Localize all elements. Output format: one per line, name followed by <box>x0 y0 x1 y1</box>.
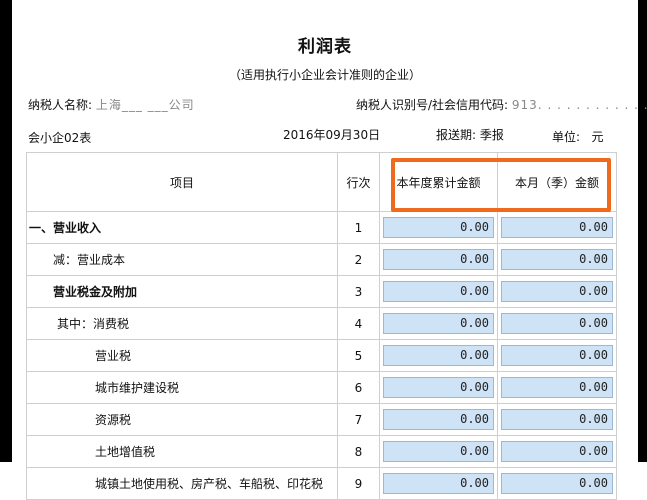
row-line-number: 8 <box>337 435 380 468</box>
period-value: 季报 <box>479 128 504 142</box>
header-line: 行次 <box>337 152 380 212</box>
ytd-amount-input[interactable]: 0.00 <box>383 249 494 270</box>
ytd-amount-input[interactable]: 0.00 <box>383 441 494 462</box>
period-amount-input[interactable]: 0.00 <box>501 345 613 366</box>
row-item: 其中：消费税 <box>26 307 338 340</box>
ytd-amount-input[interactable]: 0.00 <box>383 217 494 238</box>
table-row: 城市维护建设税 6 0.00 0.00 <box>26 371 617 404</box>
ytd-amount-input[interactable]: 0.00 <box>383 377 494 398</box>
period-amount-input[interactable]: 0.00 <box>501 441 613 462</box>
table-row: 土地增值税 8 0.00 0.00 <box>26 435 617 468</box>
page-subtitle: （适用执行小企业会计准则的企业） <box>228 68 421 82</box>
header-ytd-amount: 本年度累计金额 <box>379 152 498 212</box>
right-window-edge <box>638 0 647 462</box>
period-amount-input[interactable]: 0.00 <box>501 409 613 430</box>
header-period-amount: 本月（季）金额 <box>497 152 617 212</box>
taxpayer-name: 纳税人名称: 上海___ ___公司 <box>28 96 195 113</box>
row-item: 城镇土地使用税、房产税、车船税、印花税 <box>26 467 338 500</box>
row-item: 土地增值税 <box>26 435 338 468</box>
form-code: 会小企02表 <box>28 131 92 145</box>
row-line-number: 4 <box>337 307 380 340</box>
row-item: 城市维护建设税 <box>26 371 338 404</box>
header-item: 项目 <box>26 152 338 212</box>
row-line-number: 1 <box>337 211 380 244</box>
income-statement-table: 项目 行次 本年度累计金额 本月（季）金额 一、营业收入 1 0.00 0.00… <box>26 152 617 500</box>
row-line-number: 6 <box>337 371 380 404</box>
row-item: 营业税 <box>26 339 338 372</box>
row-line-number: 5 <box>337 339 380 372</box>
period-amount-input[interactable]: 0.00 <box>501 377 613 398</box>
table-row: 一、营业收入 1 0.00 0.00 <box>26 211 617 244</box>
period-label: 报送期: <box>436 128 480 142</box>
period-amount-input[interactable]: 0.00 <box>501 281 613 302</box>
table-row: 营业税 5 0.00 0.00 <box>26 339 617 372</box>
row-item: 一、营业收入 <box>26 211 338 244</box>
unit-value: 元 <box>591 130 604 144</box>
left-window-edge <box>0 0 12 462</box>
row-item: 减：营业成本 <box>26 243 338 276</box>
period-amount-input[interactable]: 0.00 <box>501 249 613 270</box>
table-header-row: 项目 行次 本年度累计金额 本月（季）金额 <box>26 152 617 212</box>
taxpayer-id: 纳税人识别号/社会信用代码: 913. . . . . . . . . . . … <box>356 96 647 113</box>
report-date: 2016年09月30日 <box>283 128 381 142</box>
taxpayer-id-label: 纳税人识别号/社会信用代码: <box>356 98 512 112</box>
report-period: 报送期: 季报 <box>436 126 504 143</box>
period-amount-input[interactable]: 0.00 <box>501 217 613 238</box>
taxpayer-name-label: 纳税人名称: <box>28 98 96 112</box>
period-amount-input[interactable]: 0.00 <box>501 313 613 334</box>
taxpayer-name-value: 上海___ ___公司 <box>95 98 195 112</box>
table-row: 城镇土地使用税、房产税、车船税、印花税 9 0.00 0.00 <box>26 467 617 500</box>
ytd-amount-input[interactable]: 0.00 <box>383 409 494 430</box>
ytd-amount-input[interactable]: 0.00 <box>383 473 494 494</box>
period-amount-input[interactable]: 0.00 <box>501 473 613 494</box>
income-statement-sheet: 利润表 （适用执行小企业会计准则的企业） 纳税人名称: 上海___ ___公司 … <box>12 0 647 500</box>
row-line-number: 7 <box>337 403 380 436</box>
ytd-amount-input[interactable]: 0.00 <box>383 345 494 366</box>
page-title: 利润表 <box>298 37 352 57</box>
unit-label: 单位: <box>552 130 581 144</box>
taxpayer-id-value: 913. . . . . . . . . . . . . . . <box>511 98 647 112</box>
row-line-number: 9 <box>337 467 380 500</box>
ytd-amount-input[interactable]: 0.00 <box>383 313 494 334</box>
row-line-number: 2 <box>337 243 380 276</box>
table-row: 资源税 7 0.00 0.00 <box>26 403 617 436</box>
currency-unit: 单位: 元 <box>552 128 604 145</box>
row-item: 营业税金及附加 <box>26 275 338 308</box>
table-row: 减：营业成本 2 0.00 0.00 <box>26 243 617 276</box>
row-line-number: 3 <box>337 275 380 308</box>
table-row: 营业税金及附加 3 0.00 0.00 <box>26 275 617 308</box>
ytd-amount-input[interactable]: 0.00 <box>383 281 494 302</box>
row-item: 资源税 <box>26 403 338 436</box>
table-row: 其中：消费税 4 0.00 0.00 <box>26 307 617 340</box>
